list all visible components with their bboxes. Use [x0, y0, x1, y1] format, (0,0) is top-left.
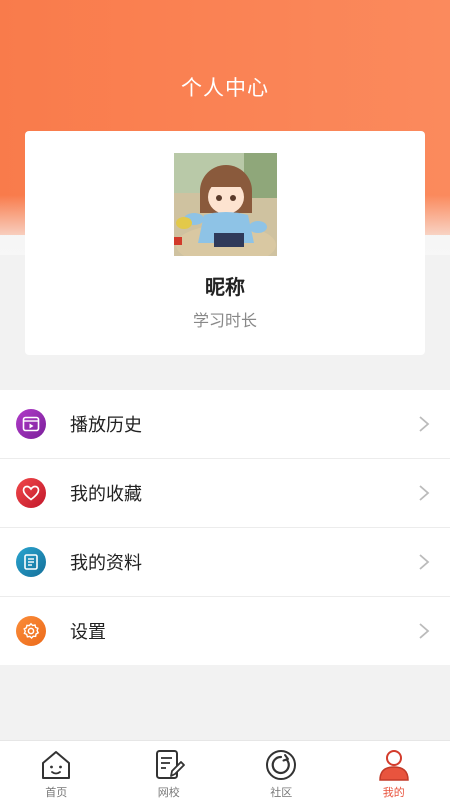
tab-online-school[interactable]: 网校	[113, 741, 226, 800]
menu-list: 播放历史 我的收藏 我的资料 设置	[0, 390, 450, 665]
tab-label: 网校	[157, 786, 180, 799]
menu-item-label: 设置	[70, 622, 106, 643]
tab-home[interactable]: 首页	[0, 741, 113, 800]
menu-item-label: 我的收藏	[70, 484, 142, 505]
menu-item-my-materials[interactable]: 我的资料	[0, 528, 450, 597]
avatar-image	[174, 153, 277, 256]
chevron-right-icon	[419, 623, 430, 639]
chevron-right-icon	[419, 485, 430, 501]
home-icon	[42, 751, 71, 779]
bottom-tab-bar: 首页 网校 社区 我的	[0, 740, 450, 800]
menu-item-favorites[interactable]: 我的收藏	[0, 459, 450, 528]
tab-mine[interactable]: 我的	[338, 741, 450, 800]
nickname: 昵称	[205, 275, 245, 299]
menu-item-settings[interactable]: 设置	[0, 597, 450, 665]
chevron-right-icon	[419, 554, 430, 570]
heart-icon	[16, 478, 46, 508]
profile-card: 昵称 学习时长	[25, 131, 425, 355]
video-icon	[16, 409, 46, 439]
tab-label: 首页	[45, 786, 68, 799]
avatar[interactable]	[174, 153, 277, 256]
tab-community[interactable]: 社区	[225, 741, 338, 800]
menu-item-label: 我的资料	[70, 553, 142, 574]
person-icon	[378, 750, 409, 781]
gear-icon	[16, 616, 46, 646]
study-time-label: 学习时长	[192, 311, 257, 330]
tab-label: 我的	[382, 786, 405, 799]
menu-item-label: 播放历史	[70, 415, 142, 436]
circle-refresh-icon	[266, 750, 297, 780]
page-title: 个人中心	[181, 76, 269, 100]
document-icon	[16, 547, 46, 577]
menu-item-play-history[interactable]: 播放历史	[0, 390, 450, 459]
edit-document-icon	[155, 750, 185, 779]
tab-label: 社区	[270, 786, 293, 799]
chevron-right-icon	[419, 416, 430, 432]
